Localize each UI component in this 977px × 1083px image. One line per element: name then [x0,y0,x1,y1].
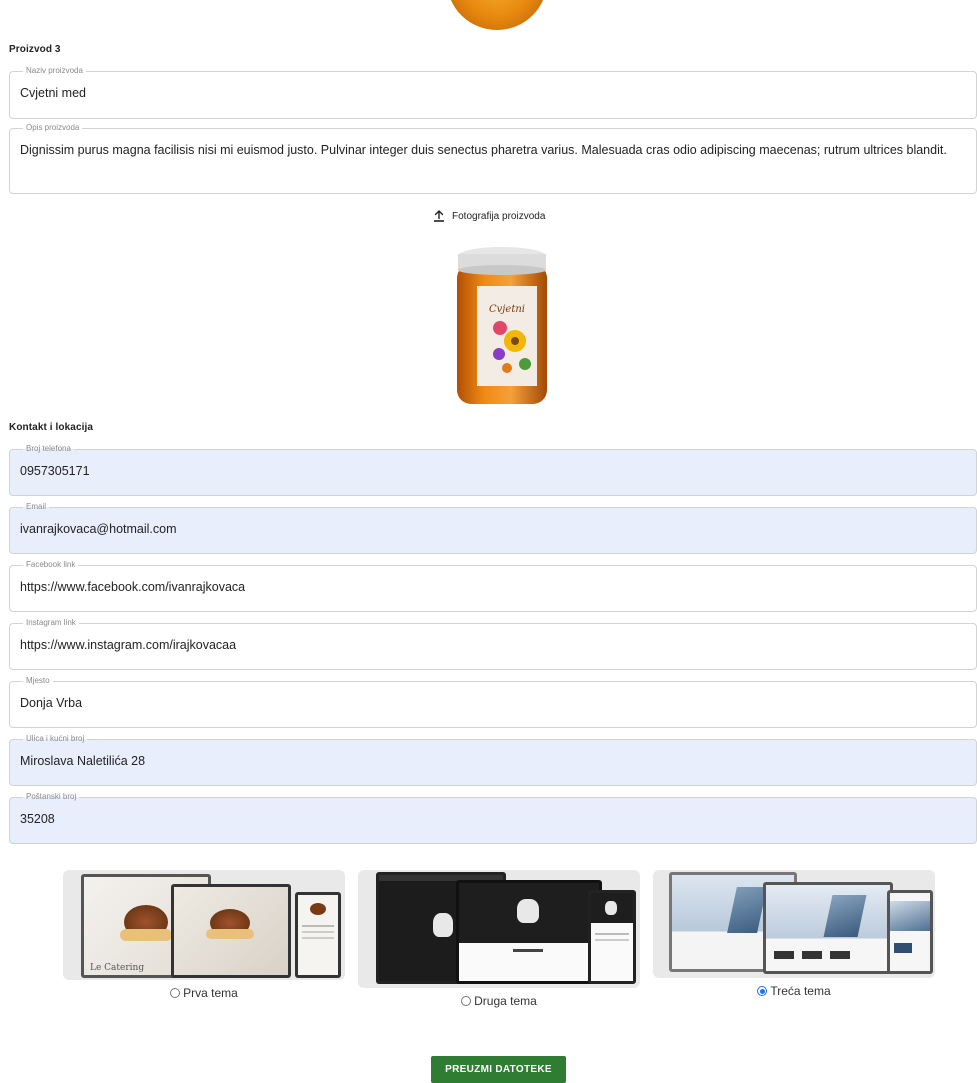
theme-2-label: Druga tema [474,994,537,1008]
theme-1-radio[interactable] [170,988,181,998]
street-field[interactable]: Ulica i kućni broj Miroslava Naletilića … [9,735,977,786]
instagram-link-value: https://www.instagram.com/irajkovacaa [20,638,237,652]
theme-option-3[interactable]: Treća tema [653,870,935,1001]
email-field[interactable]: Email ivanrajkovaca@hotmail.com [9,503,977,554]
email-value: ivanrajkovaca@hotmail.com [20,522,177,536]
theme-1-preview[interactable]: Le Catering [63,870,345,980]
product-photo: Cvjetni [457,247,547,404]
upload-photo-button[interactable]: Fotografija proizvoda [433,210,545,222]
street-label: Ulica i kućni broj [26,734,85,743]
upload-photo-label: Fotografija proizvoda [452,210,546,222]
city-field[interactable]: Mjesto Donja Vrba [9,677,977,728]
instagram-link-label: Instagram link [26,618,76,627]
facebook-link-field[interactable]: Facebook link https://www.facebook.com/i… [9,561,977,612]
theme-1-radio-label[interactable]: Prva tema [170,986,238,1000]
theme-3-radio[interactable] [757,986,768,996]
download-files-button[interactable]: PREUZMI DATOTEKE [431,1056,566,1083]
theme-2-preview[interactable] [358,870,640,988]
theme-3-preview[interactable] [653,870,935,978]
postal-code-field[interactable]: Poštanski broj 35208 [9,793,977,844]
theme-1-label: Prva tema [183,986,238,1000]
jar-label-text: Cvjetni [489,304,525,315]
product-description-value: Dignissim purus magna facilisis nisi mi … [20,143,947,157]
facebook-link-label: Facebook link [26,560,76,569]
email-label: Email [26,502,47,511]
instagram-link-field[interactable]: Instagram link https://www.instagram.com… [9,619,977,670]
product-name-value: Cvjetni med [20,86,86,100]
product-name-field[interactable]: Naziv proizvoda Cvjetni med [9,67,977,119]
city-label: Mjesto [26,676,50,685]
product-3-title: Proizvod 3 [9,44,61,55]
facebook-link-value: https://www.facebook.com/ivanrajkovaca [20,580,246,594]
street-value: Miroslava Naletilića 28 [20,754,146,768]
phone-label: Broj telefona [26,444,71,453]
city-value: Donja Vrba [20,696,83,710]
upload-icon [434,210,444,222]
postal-code-label: Poštanski broj [26,792,77,801]
product-description-label: Opis proizvoda [26,123,80,132]
phone-value: 0957305171 [20,464,90,478]
theme-3-radio-label[interactable]: Treća tema [757,984,831,998]
theme-2-radio-label[interactable]: Druga tema [461,994,537,1008]
theme-option-1[interactable]: Le Catering Prva tema [63,870,345,1003]
theme-option-2[interactable]: Druga tema [358,870,640,1011]
theme-2-radio[interactable] [461,996,472,1006]
product-description-field[interactable]: Opis proizvoda Dignissim purus magna fac… [9,124,977,194]
theme-3-label: Treća tema [770,984,831,998]
postal-code-value: 35208 [20,812,55,826]
previous-product-image [447,0,547,30]
contact-section-title: Kontakt i lokacija [9,422,94,433]
product-name-label: Naziv proizvoda [26,66,83,75]
phone-field[interactable]: Broj telefona 0957305171 [9,445,977,496]
theme-picker: Le Catering Prva tema Druga tema Treća t… [0,868,977,1018]
